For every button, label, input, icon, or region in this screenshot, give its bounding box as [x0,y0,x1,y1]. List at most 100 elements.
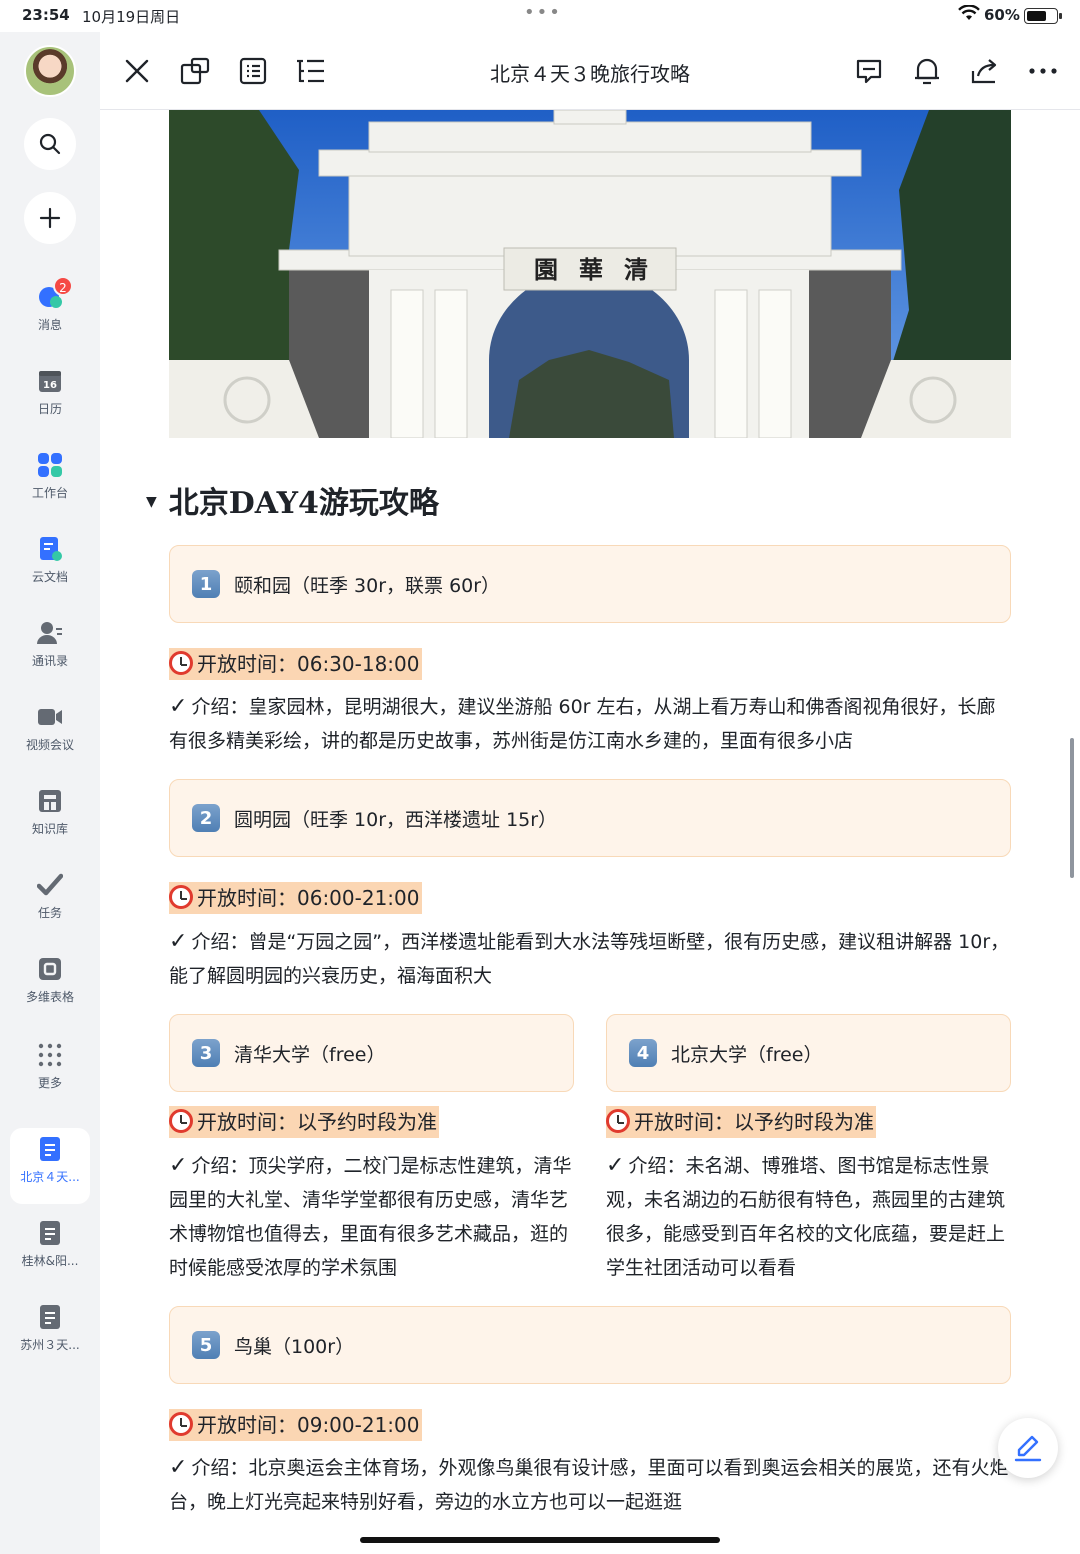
spot-intro-text: 介绍：未名湖、博雅塔、图书馆是标志性景观，未名湖边的石舫很有特色，燕园里的古建筑… [606,1155,1006,1279]
spot-intro: ✓ 介绍：皇家园林，昆明湖很大，建议坐游船 60r 左右，从湖上看万寿山和佛香阁视… [169,690,1011,758]
recent-doc-label: 北京４天... [20,1170,80,1184]
sidebar-item-label: 消息 [37,318,62,332]
sidebar-item-label: 通讯录 [31,654,68,668]
spot-name: 颐和园（旺季 30r，联票 60r） [234,574,501,597]
comments-button[interactable] [852,54,886,88]
contacts-icon [37,620,63,646]
spot-intro: ✓ 介绍：北京奥运会主体育场，外观像鸟巢很有设计感，里面可以看到奥运会相关的展览，… [169,1451,1011,1519]
status-date: 10月19日周日 [82,8,181,26]
spot-callout[interactable]: 4 北京大学（free） [606,1014,1011,1092]
checkmark-icon: ✓ [169,1455,188,1480]
spot-intro-text: 介绍：北京奥运会主体育场，外观像鸟巢很有设计感，里面可以看到奥运会相关的展览，还… [169,1457,1009,1513]
search-button[interactable] [24,118,76,170]
recent-doc-suzhou[interactable]: 苏州３天... [0,1296,100,1372]
spot-name: 北京大学（free） [671,1043,823,1066]
home-indicator[interactable] [360,1537,720,1543]
more-options-button[interactable] [1026,54,1060,88]
checkmark-icon: ✓ [169,1153,188,1178]
more-horizontal-icon [1029,68,1057,74]
sidebar-item-label: 多维表格 [25,990,74,1004]
plaque-char: 清 [624,255,648,284]
sidebar-item-wiki[interactable]: 知识库 [0,780,100,856]
pencil-icon [1014,1435,1042,1462]
sidebar-item-more[interactable]: 更多 [0,1034,100,1110]
section-heading-text: 北京DAY4游玩攻略 [168,486,439,521]
calendar-day: 16 [43,380,57,391]
spot-callout[interactable]: 2 圆明园（旺季 10r，西洋楼遗址 15r） [169,779,1011,857]
add-button[interactable] [24,192,76,244]
unread-badge: 2 [53,276,73,296]
wifi-icon [958,4,980,25]
sidebar-item-label: 工作台 [31,486,68,500]
opening-hours-text: 开放时间：09:00-21:00 [197,1413,420,1437]
bitable-icon [37,956,63,982]
opening-hours-text: 开放时间：以予约时段为准 [197,1110,437,1134]
bell-icon [915,58,939,85]
sidebar-item-video-meeting[interactable]: 视频会议 [0,696,100,772]
number-badge-icon: 2 [192,804,220,832]
spot-callout[interactable]: 3 清华大学（free） [169,1014,574,1092]
spot-intro: ✓ 介绍：顶尖学府，二校门是标志性建筑，清华园里的大礼堂、清华学堂都很有历史感，清… [169,1149,574,1285]
tsinghua-gate-photo: 園 華 清 [169,110,1011,438]
opening-hours: 开放时间：以予约时段为准 [169,1106,439,1138]
sidebar-item-label: 知识库 [31,822,68,836]
share-icon [971,59,997,84]
more-grid-icon [37,1042,63,1068]
plus-icon [39,207,61,229]
spot-callout[interactable]: 5 鸟巢（100r） [169,1306,1011,1384]
opening-hours: 开放时间：09:00-21:00 [169,1409,422,1441]
recent-doc-beijing[interactable]: 北京４天... [10,1128,90,1204]
spot-intro: ✓ 介绍：未名湖、博雅塔、图书馆是标志性景观，未名湖边的石舫很有特色，燕园里的古建… [606,1149,1011,1285]
share-button[interactable] [968,54,1002,88]
sidebar: 2 消息 16 日历 工作台 云文档 通讯录 视频会议 知识库 任务 多维表格 … [0,32,100,1554]
sidebar-item-messages[interactable]: 2 消息 [0,276,100,352]
document-icon [37,1220,63,1246]
notifications-button[interactable] [910,54,944,88]
spot-intro-text: 介绍：顶尖学府，二校门是标志性建筑，清华园里的大礼堂、清华学堂都很有历史感，清华… [169,1155,572,1279]
sidebar-item-contacts[interactable]: 通讯录 [0,612,100,688]
avatar[interactable] [24,45,76,97]
task-check-icon [36,872,64,898]
sidebar-item-label: 视频会议 [25,738,74,752]
comment-icon [856,59,882,84]
spot-intro-text: 介绍：曾是“万园之园”，西洋楼遗址能看到大水法等残垣断壁，很有历史感，建议租讲解… [169,931,1010,987]
collapse-triangle-icon[interactable]: ▼ [146,494,157,510]
knowledge-base-icon [37,788,63,814]
spot-callout[interactable]: 1 颐和园（旺季 30r，联票 60r） [169,545,1011,623]
alarm-clock-icon [169,651,193,675]
alarm-clock-icon [606,1109,630,1133]
sidebar-item-docs[interactable]: 云文档 [0,528,100,604]
opening-hours-text: 开放时间：06:30-18:00 [197,652,420,676]
sidebar-item-label: 更多 [37,1076,62,1090]
number-badge-icon: 4 [629,1039,657,1067]
sidebar-item-tasks[interactable]: 任务 [0,864,100,940]
search-icon [39,133,61,155]
sidebar-item-calendar[interactable]: 16 日历 [0,360,100,436]
alarm-clock-icon [169,885,193,909]
recent-doc-label: 桂林&阳... [21,1254,79,1268]
document-icon [37,1304,63,1330]
sidebar-item-label: 云文档 [31,570,68,584]
sidebar-item-bitable[interactable]: 多维表格 [0,948,100,1024]
edit-button[interactable] [998,1418,1058,1478]
recent-doc-label: 苏州３天... [20,1338,80,1352]
spot-name: 鸟巢（100r） [234,1335,355,1358]
spot-name: 圆明园（旺季 10r，西洋楼遗址 15r） [234,808,558,831]
section-heading[interactable]: ▼ 北京DAY4游玩攻略 [146,478,439,522]
number-badge-icon: 5 [192,1331,220,1359]
video-camera-icon [37,704,63,730]
opening-hours: 开放时间：06:00-21:00 [169,882,422,914]
scrollbar-thumb[interactable] [1070,738,1074,878]
sidebar-item-workplace[interactable]: 工作台 [0,444,100,520]
cloud-doc-icon [37,536,63,562]
doc-toolbar: 北京４天３晚旅行攻略 [100,32,1080,110]
status-time: 23:54 [22,6,70,24]
number-badge-icon: 3 [192,1039,220,1067]
number-badge-icon: 1 [192,570,220,598]
opening-hours-text: 开放时间：以予约时段为准 [634,1110,874,1134]
plaque-char: 園 [534,255,558,284]
multitask-dots-icon[interactable]: ••• [524,2,562,23]
recent-doc-guilin[interactable]: 桂林&阳... [0,1212,100,1288]
sidebar-item-label: 任务 [37,906,62,920]
document-icon [37,1136,63,1162]
